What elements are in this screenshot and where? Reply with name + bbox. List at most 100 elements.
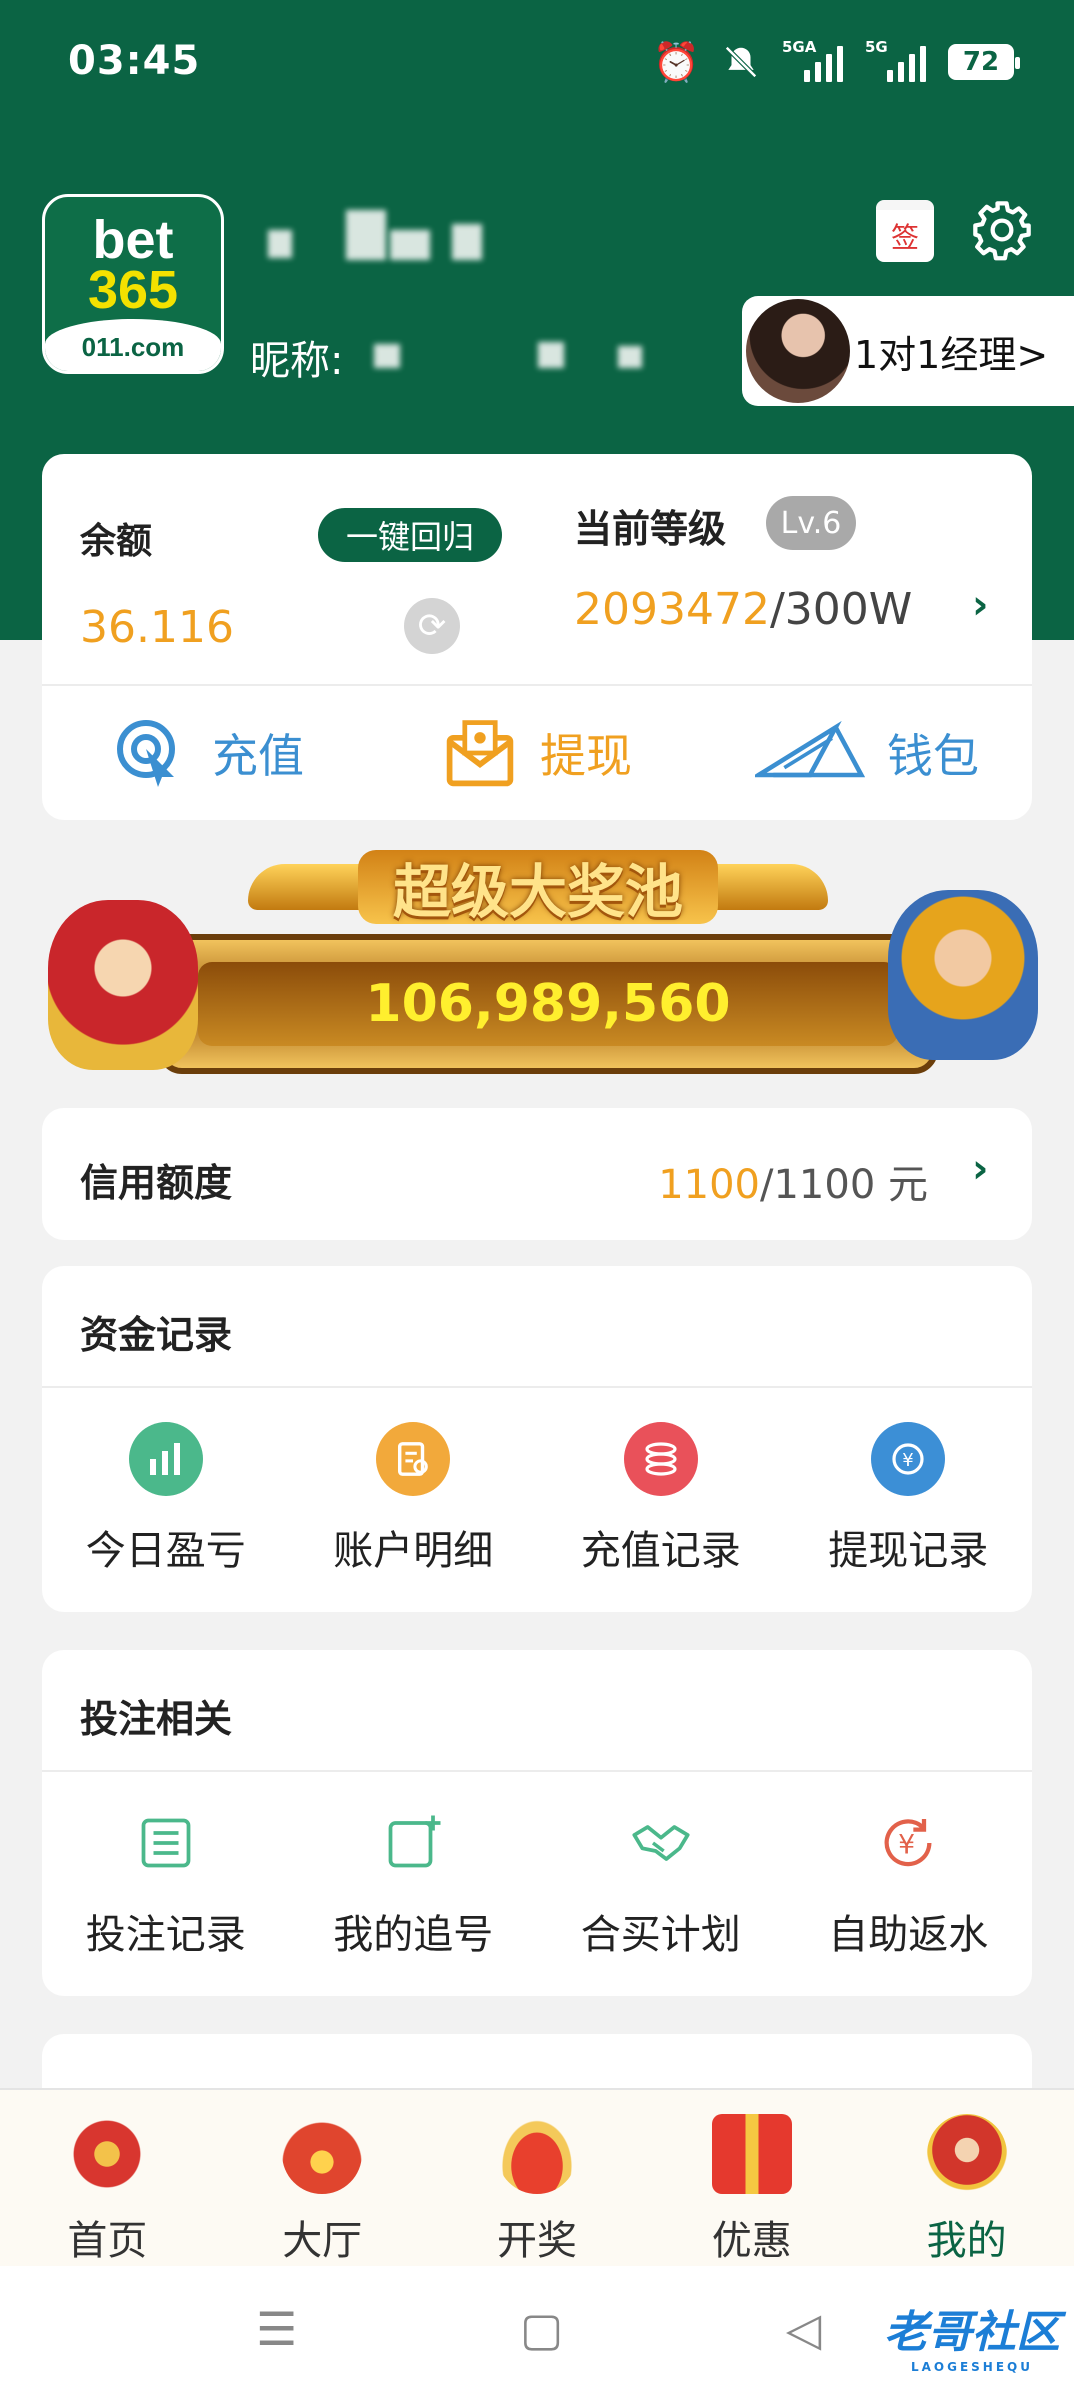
level-badge: Lv.6 [766, 496, 856, 550]
jackpot-title: 超级大奖池 [358, 850, 718, 926]
nav-profile-label: 我的 [926, 2218, 1007, 2264]
username-redacted [390, 230, 430, 260]
self-rebate-item[interactable]: ¥ 自助返水 [785, 1806, 1033, 1960]
menu-icon[interactable]: ☰ [256, 2302, 297, 2356]
nav-home[interactable]: 首页 [0, 2090, 215, 2266]
withdraw-records-item[interactable]: ¥ 提现记录 [785, 1422, 1033, 1576]
system-nav-bar: ☰ ▢ ◁ 老哥社区 LAOGESHEQU [0, 2266, 1074, 2400]
username-redacted [346, 210, 386, 260]
yuan-refresh-icon: ¥ [871, 1806, 945, 1880]
account-details-item[interactable]: 账户明细 [290, 1422, 538, 1576]
lottery-icon [496, 2114, 577, 2194]
bet-records-label: 投注记录 [85, 1912, 246, 1958]
jackpot-frame: 106,989,560 [158, 934, 938, 1074]
account-details-label: 账户明细 [333, 1528, 494, 1574]
signal-label-2: 5G [865, 38, 888, 56]
logo-text-365: 365 [87, 260, 179, 320]
bottom-nav: 首页 大厅 开奖 优惠 我的 [0, 2088, 1074, 2266]
watermark-text: 老哥社区 [884, 2307, 1060, 2358]
gear-icon[interactable] [970, 198, 1034, 262]
balance-label: 余额 [80, 521, 153, 562]
recall-funds-button[interactable]: 一键回归 [318, 508, 502, 562]
nav-lobby[interactable]: 大厅 [215, 2090, 430, 2266]
betting-card: 投注相关 投注记录 我的追号 合买计划 ¥ 自助返水 [42, 1650, 1032, 1996]
recharge-button[interactable]: 充值 [42, 686, 372, 820]
level-target: /300W [769, 584, 913, 635]
add-square-icon [376, 1806, 450, 1880]
recharge-records-label: 充值记录 [580, 1528, 741, 1574]
my-chase-item[interactable]: 我的追号 [290, 1806, 538, 1960]
nickname-redacted [618, 346, 642, 368]
svg-text:¥: ¥ [898, 1830, 915, 1861]
betting-title: 投注相关 [80, 1697, 233, 1741]
level-progress[interactable]: 2093472/300W [574, 584, 912, 635]
receipt-icon [376, 1422, 451, 1496]
nav-promotions[interactable]: 优惠 [644, 2090, 859, 2266]
chevron-right-icon[interactable]: › [972, 582, 988, 628]
level-label: 当前等级 [574, 507, 727, 551]
signal-5ga-icon: 5GA [782, 38, 843, 82]
home-icon [67, 2114, 148, 2194]
withdraw-label: 提现 [540, 729, 632, 783]
today-profit-item[interactable]: 今日盈亏 [42, 1422, 290, 1576]
chevron-right-icon: › [972, 1146, 989, 1192]
status-time: 03:45 [68, 38, 201, 84]
status-icons: ⏰ 5GA 5G 72 [652, 38, 1020, 84]
withdraw-records-label: 提现记录 [828, 1528, 989, 1574]
battery-level: 72 [962, 47, 1000, 77]
refresh-icon[interactable]: ⟳ [404, 598, 460, 654]
funds-records-grid: 今日盈亏 账户明细 充值记录 ¥ 提现记录 [42, 1422, 1032, 1576]
sign-in-icon[interactable]: 签 [876, 200, 934, 262]
nickname-redacted [538, 342, 564, 368]
credit-value: 1100/1100 元 [658, 1152, 928, 1210]
username-redacted [268, 230, 292, 258]
wallet-icon [755, 720, 865, 778]
fortune-god-illustration [48, 900, 198, 1070]
miner-illustration [888, 890, 1038, 1060]
today-profit-label: 今日盈亏 [85, 1528, 246, 1574]
level-current: 2093472 [574, 584, 770, 635]
bell-muted-icon [722, 40, 760, 84]
my-chase-label: 我的追号 [333, 1912, 494, 1958]
balance-value: 36.116 [80, 602, 234, 653]
nav-promotions-label: 优惠 [711, 2218, 792, 2264]
avatar[interactable]: bet 365 011.com [42, 194, 224, 374]
bet-records-item[interactable]: 投注记录 [42, 1806, 290, 1960]
group-buy-item[interactable]: 合买计划 [537, 1806, 785, 1960]
handshake-icon [624, 1806, 698, 1880]
status-bar: 03:45 ⏰ 5GA 5G 72 [0, 0, 1074, 130]
nav-profile[interactable]: 我的 [859, 2090, 1074, 2266]
nav-lottery[interactable]: 开奖 [430, 2090, 645, 2266]
home-square-icon[interactable]: ▢ [520, 2302, 563, 2356]
chart-icon [128, 1422, 203, 1496]
gift-icon [711, 2114, 792, 2194]
coins-icon [623, 1422, 698, 1496]
nav-lobby-label: 大厅 [282, 2218, 363, 2264]
battery-icon: 72 [948, 44, 1020, 80]
jackpot-amount: 106,989,560 [198, 962, 898, 1046]
back-icon[interactable]: ◁ [786, 2302, 821, 2356]
recharge-records-item[interactable]: 充值记录 [537, 1422, 785, 1576]
alarm-icon: ⏰ [652, 39, 700, 84]
credit-limit-row[interactable]: 信用额度 1100/1100 元 › [42, 1108, 1032, 1240]
divider [42, 1386, 1032, 1388]
credit-used: 1100 [658, 1162, 760, 1208]
nickname-label: 昵称: [250, 338, 344, 384]
balance-card: 余额 一键回归 36.116 ⟳ 当前等级 Lv.6 2093472/300W … [42, 454, 1032, 820]
lobby-icon [282, 2114, 363, 2194]
watermark-subtext: LAOGESHEQU [910, 2360, 1033, 2374]
betting-grid: 投注记录 我的追号 合买计划 ¥ 自助返水 [42, 1806, 1032, 1960]
credit-total: /1100 元 [760, 1162, 928, 1208]
logo-domain: 011.com [45, 319, 221, 371]
profile-icon [926, 2114, 1007, 2194]
wallet-button[interactable]: 钱包 [702, 686, 1032, 820]
nav-home-label: 首页 [67, 2218, 148, 2264]
watermark-logo: 老哥社区 LAOGESHEQU [884, 2296, 1060, 2374]
nav-lottery-label: 开奖 [496, 2218, 577, 2264]
list-icon [129, 1806, 203, 1880]
withdraw-button[interactable]: 提现 [372, 686, 702, 820]
manager-label: 1对1经理> [854, 332, 1049, 377]
recharge-icon [117, 720, 175, 787]
account-manager-button[interactable]: 1对1经理> [742, 296, 1074, 406]
jackpot-banner[interactable]: 超级大奖池 106,989,560 [28, 850, 1046, 1080]
